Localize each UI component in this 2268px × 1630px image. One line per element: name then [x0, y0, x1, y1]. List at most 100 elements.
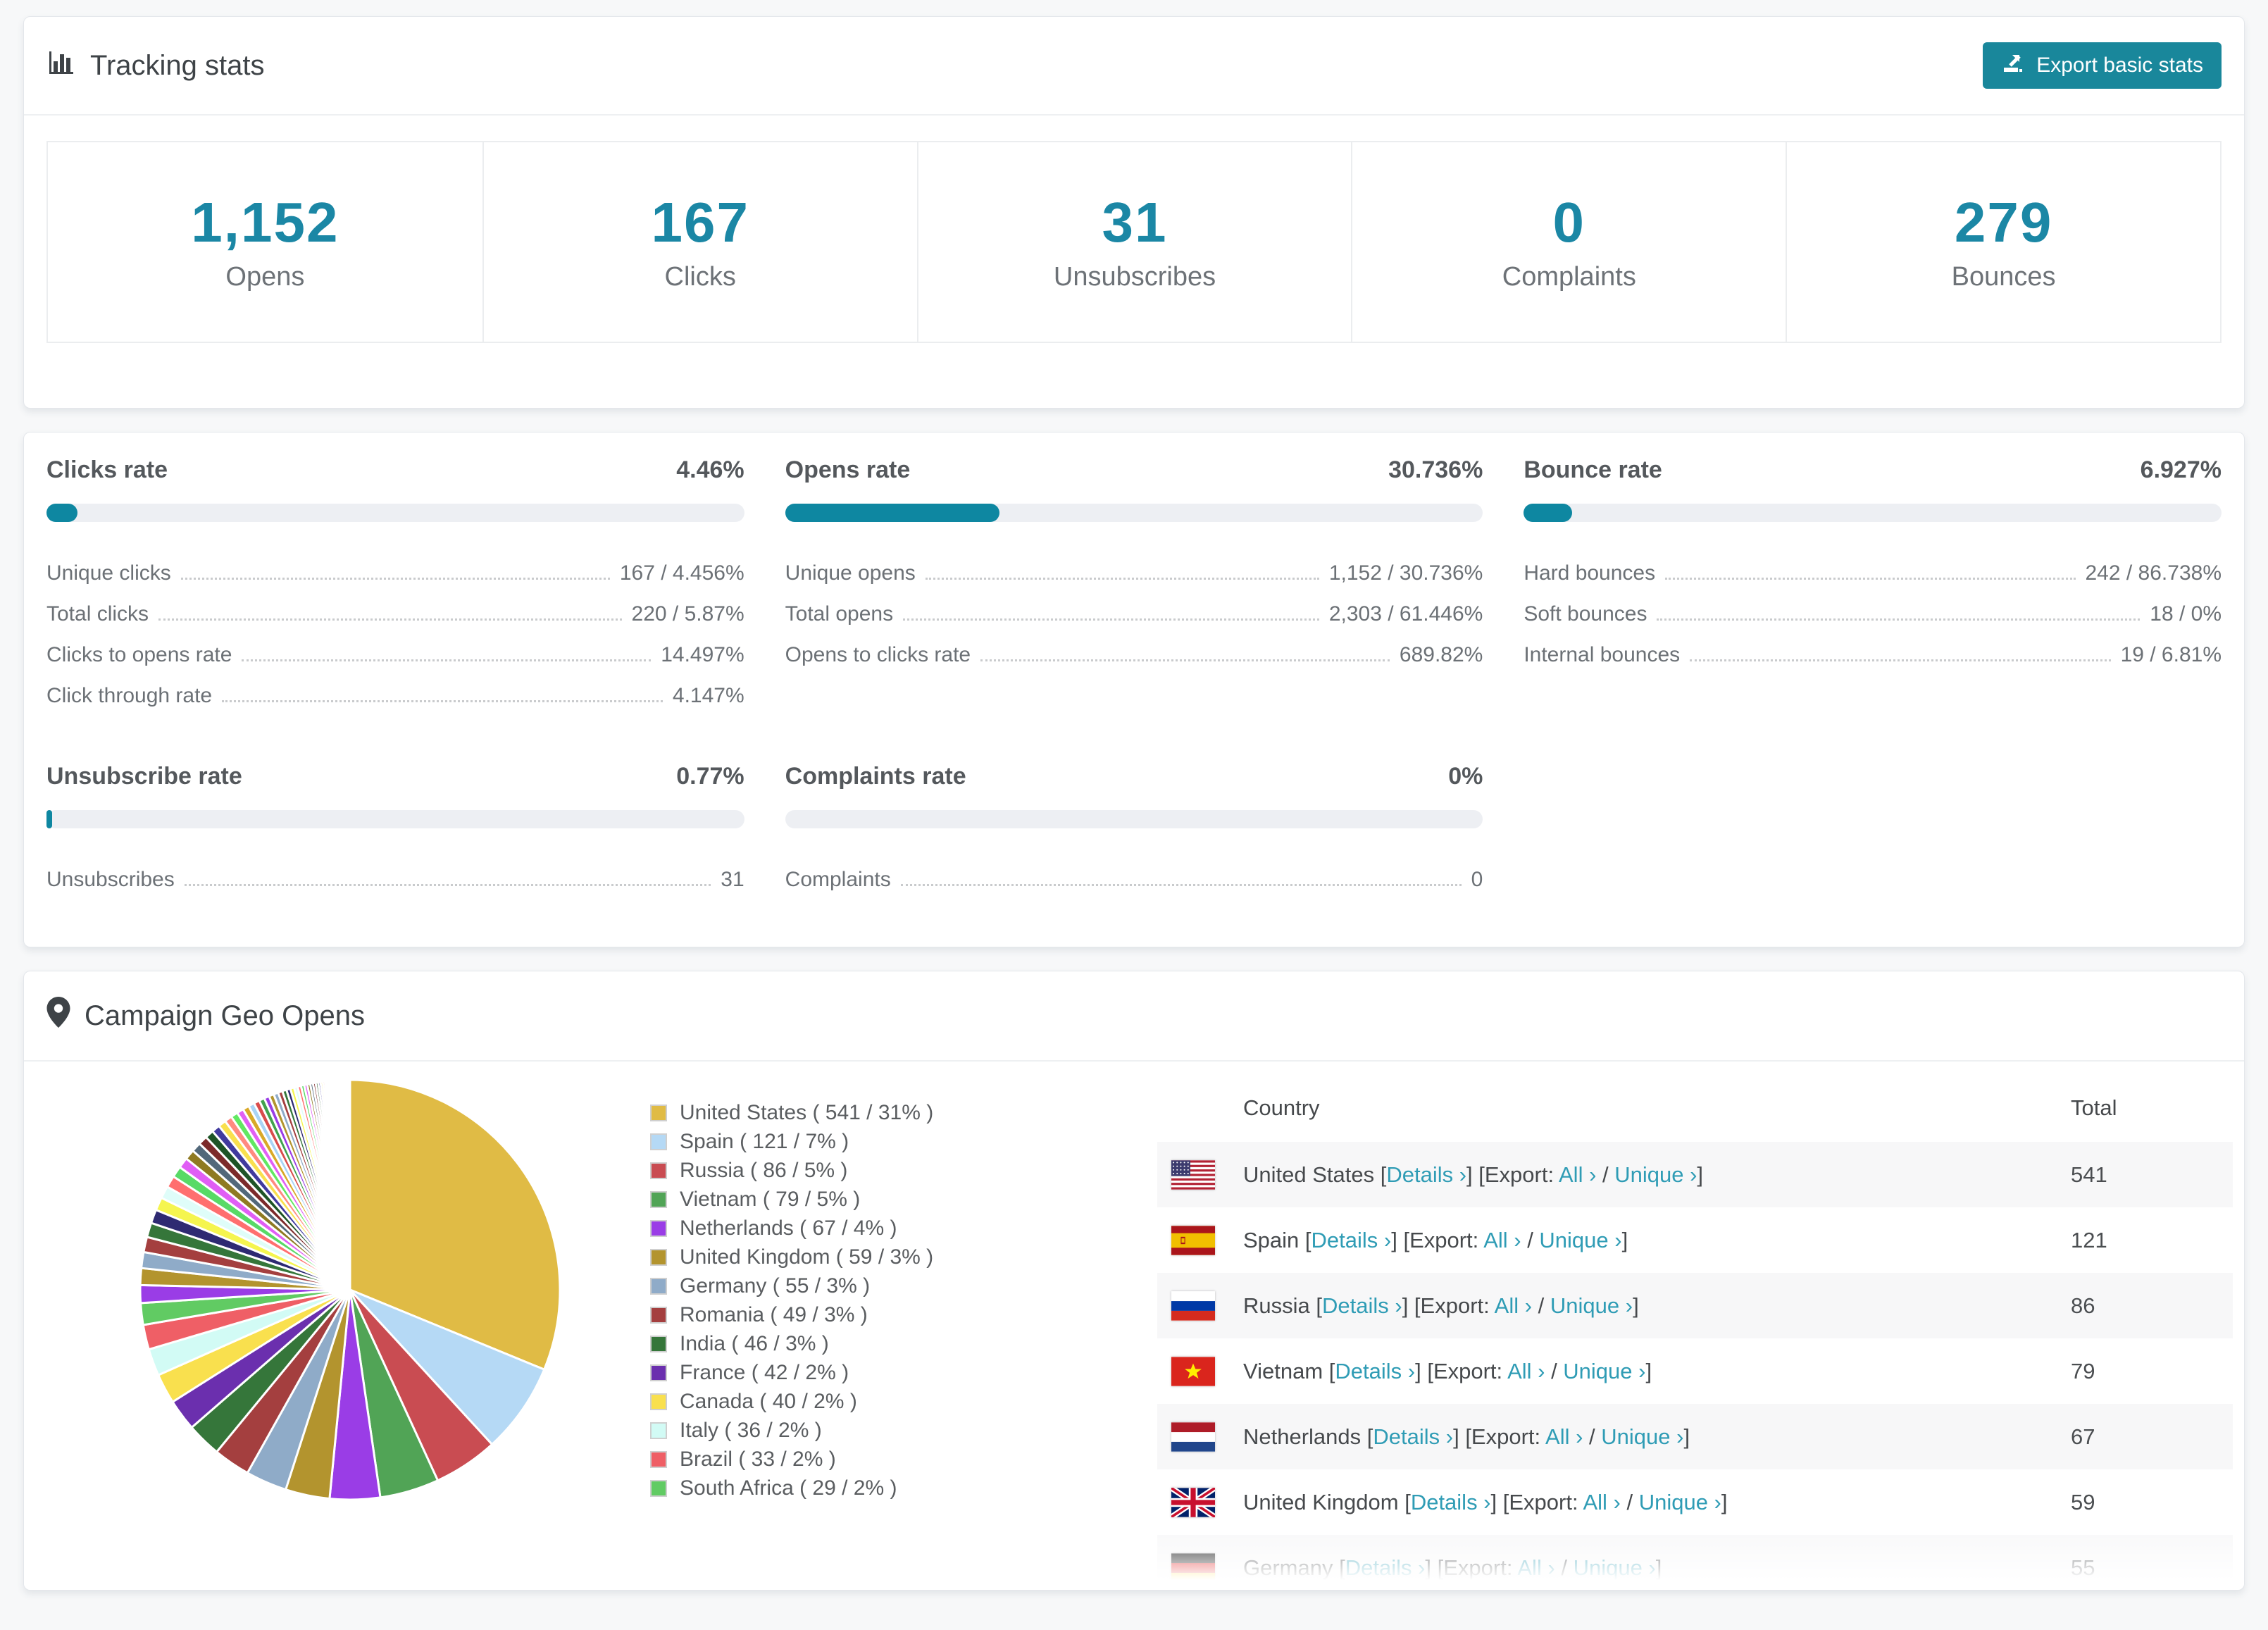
detail-label: Total opens — [785, 602, 894, 626]
progress-fill — [46, 504, 78, 522]
export-all-link[interactable]: All › — [1495, 1293, 1532, 1318]
progress-track — [1524, 504, 2222, 522]
export-unique-link[interactable]: Unique › — [1574, 1555, 1656, 1580]
flag-ru-icon — [1171, 1290, 1215, 1321]
dotted-leader — [903, 618, 1319, 621]
complaints-rate-block: Complaints rate 0% Complaints 0 — [785, 763, 1483, 892]
rate-value: 0% — [1448, 763, 1483, 790]
dotted-leader — [900, 884, 1462, 886]
geo-title: Campaign Geo Opens — [46, 997, 365, 1035]
country-cell: United States [Details ›] [Export: All ›… — [1243, 1162, 1704, 1187]
stat-value: 1,152 — [191, 191, 339, 254]
legend-swatch — [650, 1248, 667, 1266]
detail-label: Internal bounces — [1524, 643, 1681, 666]
stats-summary-box: 1,152 Opens 167 Clicks 31 Unsubscribes 0 Compla… — [46, 141, 2222, 343]
dotted-leader — [1690, 659, 2111, 661]
rate-detail-rows: Hard bounces 242 / 86.738% Soft bounces 18 … — [1524, 545, 2222, 667]
legend-label: United States ( 541 / 31% ) — [680, 1100, 934, 1124]
stat-value: 31 — [1102, 191, 1168, 254]
rate-title: Unsubscribe rate — [46, 763, 242, 790]
clicks-rate-head: Clicks rate 4.46% — [46, 456, 744, 484]
rate-title: Complaints rate — [785, 763, 966, 790]
stat-label: Unsubscribes — [1053, 262, 1216, 292]
country-name: Spain — [1243, 1227, 1300, 1252]
rates-card: Clicks rate 4.46% Unique clicks 167 / 4.456… — [23, 432, 2245, 947]
legend-label: South Africa ( 29 / 2% ) — [680, 1476, 897, 1500]
export-all-link[interactable]: All › — [1507, 1359, 1545, 1383]
legend-item-spain: Spain ( 121 / 7% ) — [650, 1127, 988, 1156]
pie-slice — [348, 1078, 351, 1290]
legend-swatch — [650, 1450, 667, 1468]
rate-detail-row: Clicks to opens rate 14.497% — [46, 626, 744, 667]
details-link[interactable]: Details › — [1322, 1293, 1402, 1318]
export-basic-stats-button[interactable]: Export basic stats — [1983, 42, 2222, 89]
rate-detail-row: Opens to clicks rate 689.82% — [785, 626, 1483, 667]
progress-fill — [1524, 504, 1572, 522]
export-all-link[interactable]: All › — [1583, 1490, 1620, 1514]
stat-value: 0 — [1552, 191, 1586, 254]
country-name: Netherlands — [1243, 1424, 1362, 1449]
export-unique-link[interactable]: Unique › — [1601, 1424, 1683, 1449]
export-all-link[interactable]: All › — [1517, 1555, 1554, 1580]
detail-label: Unique clicks — [46, 561, 171, 585]
flag-vn-icon — [1171, 1356, 1215, 1386]
rate-detail-row: Unsubscribes 31 — [46, 851, 744, 892]
stat-cell-complaints: 0 Complaints — [1351, 142, 1786, 342]
bounce-rate-block: Bounce rate 6.927% Hard bounces 242 / 86.73… — [1524, 456, 2222, 708]
country-cell: Russia [Details ›] [Export: All › / Uniq… — [1243, 1293, 1639, 1318]
legend-label: Vietnam ( 79 / 5% ) — [680, 1187, 861, 1211]
country-name: United States — [1243, 1162, 1375, 1187]
country-cell: Vietnam [Details ›] [Export: All › / Uni… — [1243, 1358, 1652, 1383]
detail-label: Soft bounces — [1524, 602, 1647, 626]
progress-track — [785, 504, 1483, 522]
details-link[interactable]: Details › — [1386, 1162, 1466, 1187]
total-cell: 541 — [2071, 1162, 2107, 1187]
rate-detail-row: Unique opens 1,152 / 30.736% — [785, 545, 1483, 585]
dotted-leader — [184, 884, 711, 886]
detail-value: 689.82% — [1399, 643, 1483, 666]
table-row-gb: United Kingdom [Details ›] [Export: All … — [1157, 1469, 2233, 1535]
legend-item-india: India ( 46 / 3% ) — [650, 1329, 988, 1358]
legend-label: Italy ( 36 / 2% ) — [680, 1418, 822, 1442]
legend-item-vietnam: Vietnam ( 79 / 5% ) — [650, 1185, 988, 1214]
opens-rate-head: Opens rate 30.736% — [785, 456, 1483, 484]
tracking-stats-title: Tracking stats — [46, 47, 264, 84]
stat-value: 279 — [1954, 191, 2053, 254]
export-unique-link[interactable]: Unique › — [1563, 1359, 1645, 1383]
export-all-link[interactable]: All › — [1545, 1424, 1583, 1449]
export-unique-link[interactable]: Unique › — [1539, 1228, 1621, 1252]
export-all-link[interactable]: All › — [1559, 1162, 1596, 1187]
map-marker-icon — [46, 997, 70, 1035]
export-unique-link[interactable]: Unique › — [1614, 1162, 1697, 1187]
legend-label: Romania ( 49 / 3% ) — [680, 1302, 868, 1326]
opens-rate-block: Opens rate 30.736% Unique opens 1,152 / 30.… — [785, 456, 1483, 708]
rate-title: Opens rate — [785, 456, 911, 483]
legend-label: Brazil ( 33 / 2% ) — [680, 1447, 836, 1471]
details-link[interactable]: Details › — [1345, 1555, 1426, 1580]
geo-table-header: Country Total — [1157, 1074, 2233, 1142]
legend-item-canada: Canada ( 40 / 2% ) — [650, 1387, 988, 1416]
total-cell: 79 — [2071, 1358, 2095, 1383]
dotted-leader — [180, 578, 610, 580]
details-link[interactable]: Details › — [1311, 1228, 1392, 1252]
legend-item-united-states: United States ( 541 / 31% ) — [650, 1098, 988, 1127]
export-unique-link[interactable]: Unique › — [1639, 1490, 1721, 1514]
legend-swatch — [650, 1479, 667, 1497]
legend-swatch — [650, 1219, 667, 1237]
legend-swatch — [650, 1277, 667, 1295]
total-cell: 121 — [2071, 1227, 2107, 1252]
progress-track — [46, 810, 744, 828]
stat-cell-bounces: 279 Bounces — [1786, 142, 2220, 342]
export-unique-link[interactable]: Unique › — [1550, 1293, 1633, 1318]
country-column-header: Country — [1243, 1095, 1320, 1120]
rate-detail-rows: Unique clicks 167 / 4.456% Total clicks 220… — [46, 545, 744, 708]
details-link[interactable]: Details › — [1411, 1490, 1491, 1514]
table-row-vn: Vietnam [Details ›] [Export: All › / Uni… — [1157, 1338, 2233, 1404]
details-link[interactable]: Details › — [1335, 1359, 1415, 1383]
country-cell: Spain [Details ›] [Export: All › / Uniqu… — [1243, 1227, 1628, 1252]
legend-item-romania: Romania ( 49 / 3% ) — [650, 1300, 988, 1329]
export-all-link[interactable]: All › — [1483, 1228, 1521, 1252]
rate-detail-rows: Complaints 0 — [785, 851, 1483, 892]
stat-value: 167 — [651, 191, 749, 254]
details-link[interactable]: Details › — [1373, 1424, 1453, 1449]
